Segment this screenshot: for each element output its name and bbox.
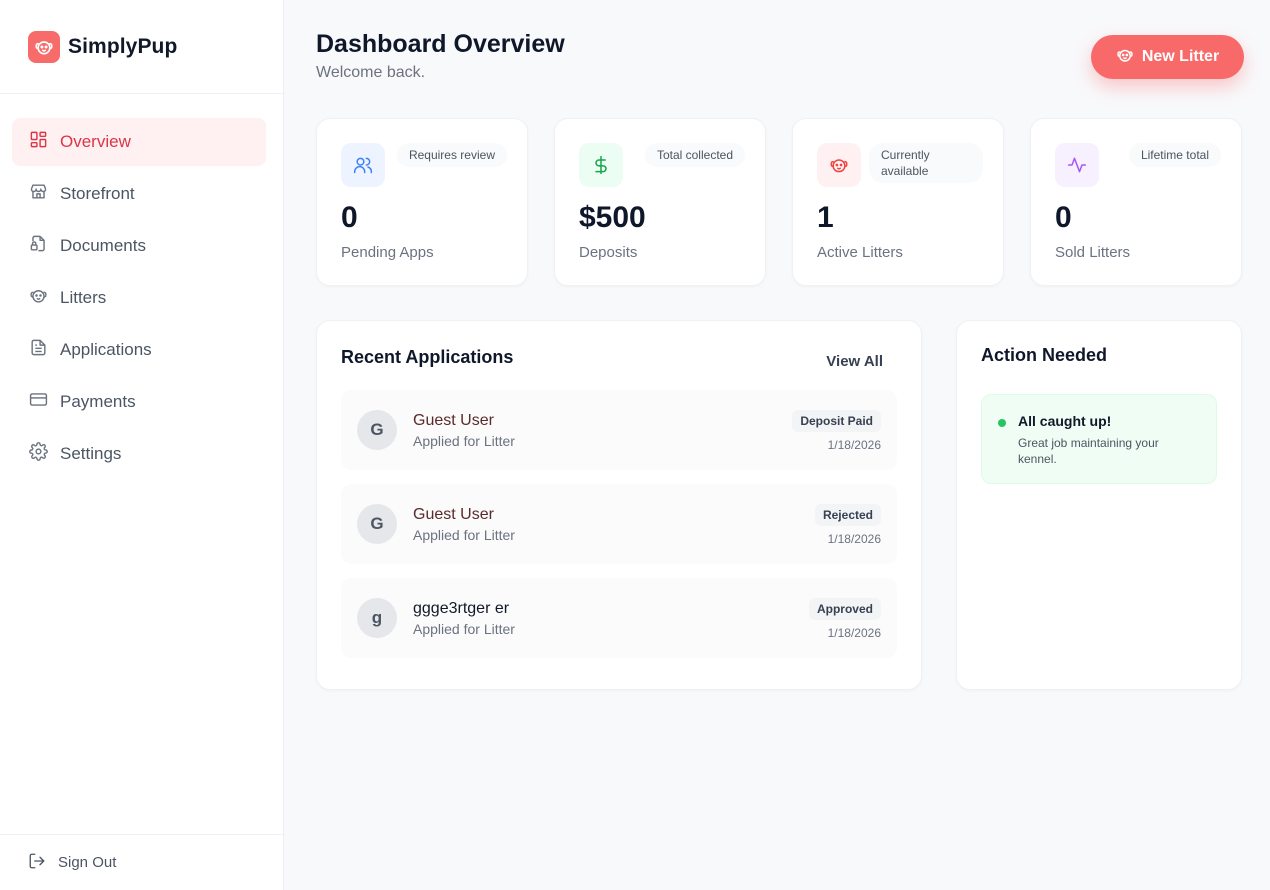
main-content: Dashboard Overview Welcome back. New Lit… [284,0,1270,890]
stats-row: Requires review 0 Pending Apps Total col… [316,118,1244,286]
store-icon [29,182,48,206]
stat-badge: Currently available [869,143,983,183]
gear-icon [29,442,48,466]
applications-list: G Guest User Applied for Litter Deposit … [341,390,897,658]
sidebar-item-litters[interactable]: Litters [12,274,266,322]
sidebar-item-label: Applications [60,340,152,359]
sidebar-item-settings[interactable]: Settings [12,430,266,478]
stat-label: Sold Litters [1055,244,1131,261]
stat-badge: Total collected [644,143,745,167]
application-subtitle: Applied for Litter [413,432,515,449]
sidebar: SimplyPup Overview Storefront Documents [0,0,284,890]
stat-card-sold-litters[interactable]: Lifetime total 0 Sold Litters [1030,118,1242,286]
page-title: Dashboard Overview [316,30,565,58]
new-litter-label: New Litter [1141,48,1220,65]
recent-applications-title: Recent Applications [341,347,514,367]
application-row[interactable]: g ggge3rtger er Applied for Litter Appro… [341,578,897,658]
sidebar-item-payments[interactable]: Payments [12,378,266,426]
dog-icon [29,286,48,310]
stat-card-deposits[interactable]: Total collected $500 Deposits [554,118,766,286]
new-litter-button[interactable]: New Litter [1091,35,1244,79]
app-root: SimplyPup Overview Storefront Documents [0,0,1270,890]
application-subtitle: Applied for Litter [413,620,515,637]
file-text-icon [29,338,48,362]
application-subtitle: Applied for Litter [413,526,515,543]
grid-icon [29,130,48,154]
application-date: 1/18/2026 [827,626,881,640]
status-badge: Rejected [814,504,881,526]
caught-up-title: All caught up! [1018,413,1112,429]
sidebar-item-storefront[interactable]: Storefront [12,170,266,218]
sidebar-item-label: Overview [60,132,131,151]
avatar: G [357,410,397,450]
stat-badge: Requires review [396,143,507,167]
stat-value: $500 [579,201,646,234]
sidebar-item-applications[interactable]: Applications [12,326,266,374]
applicant-name: ggge3rtger er [413,599,510,617]
applicant-name: Guest User [413,505,494,523]
sidebar-nav: Overview Storefront Documents Litters Ap… [0,94,283,478]
stat-label: Deposits [579,244,638,261]
dog-icon [817,143,861,187]
users-icon [341,143,385,187]
sidebar-item-label: Settings [60,444,122,463]
sidebar-item-label: Payments [60,392,136,411]
panels-row: Recent Applications View All G Guest Use… [316,320,1244,690]
activity-icon [1055,143,1099,187]
dog-logo-icon [28,30,60,63]
sidebar-item-overview[interactable]: Overview [12,118,266,166]
stat-badge: Lifetime total [1128,143,1221,167]
status-badge: Approved [808,598,881,620]
brand[interactable]: SimplyPup [0,0,283,94]
stat-value: 0 [341,201,358,234]
stat-card-pending-apps[interactable]: Requires review 0 Pending Apps [316,118,528,286]
application-date: 1/18/2026 [827,438,881,452]
status-dot-icon [998,419,1006,427]
application-date: 1/18/2026 [827,532,881,546]
application-row[interactable]: G Guest User Applied for Litter Rejected… [341,484,897,564]
sidebar-item-documents[interactable]: Documents [12,222,266,270]
logout-icon [28,852,46,874]
page-header: Dashboard Overview Welcome back. New Lit… [316,0,1244,118]
recent-applications-panel: Recent Applications View All G Guest Use… [316,320,922,690]
avatar: G [357,504,397,544]
sidebar-item-label: Storefront [60,184,135,203]
caught-up-text: Great job maintaining your kennel. [1018,436,1159,466]
sidebar-item-label: Documents [60,236,146,255]
sign-out-label: Sign Out [58,854,117,871]
stat-card-active-litters[interactable]: Currently available 1 Active Litters [792,118,1004,286]
action-needed-panel: Action Needed All caught up! Great job m… [956,320,1242,690]
all-caught-up-notice: All caught up! Great job maintaining you… [981,394,1217,484]
sidebar-item-label: Litters [60,288,107,307]
applicant-name: Guest User [413,411,494,429]
status-badge: Deposit Paid [792,410,881,432]
brand-name: SimplyPup [68,34,178,58]
avatar: g [357,598,397,638]
sign-out-button[interactable]: Sign Out [0,834,283,890]
view-all-button[interactable]: View All [826,353,883,370]
credit-card-icon [29,390,48,414]
stat-value: 1 [817,201,834,234]
stat-label: Pending Apps [341,244,434,261]
page-subtitle: Welcome back. [316,64,426,81]
document-lock-icon [29,234,48,258]
stat-value: 0 [1055,201,1072,234]
application-row[interactable]: G Guest User Applied for Litter Deposit … [341,390,897,470]
action-needed-title: Action Needed [981,345,1108,365]
dog-icon [1116,46,1134,69]
dollar-icon [579,143,623,187]
stat-label: Active Litters [817,244,903,261]
